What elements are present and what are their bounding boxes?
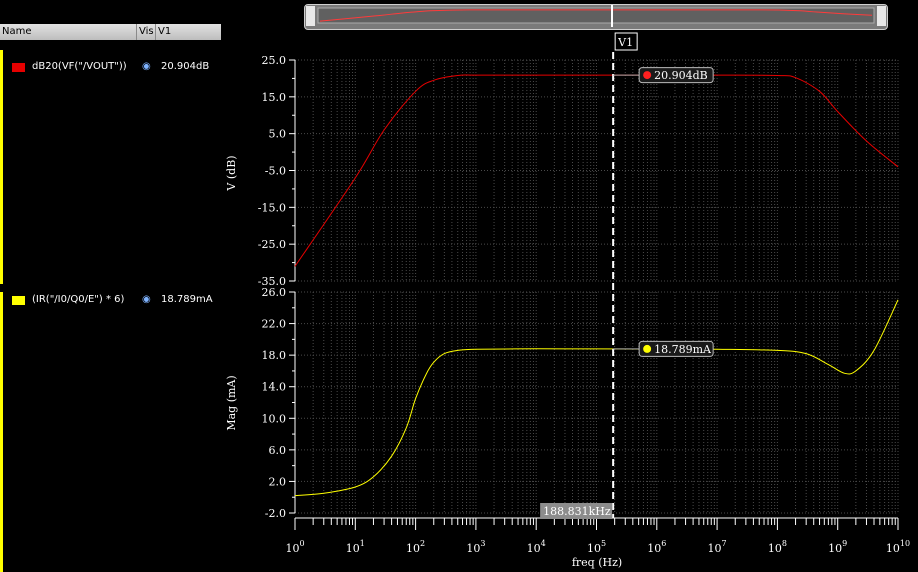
y-axis-title-bottom: Mag (mA) <box>225 375 238 430</box>
x-tick-label: 1010 <box>886 539 910 555</box>
marker-value-top: 20.904dB <box>654 69 708 82</box>
chart-area[interactable]: 25.015.05.0-5.0-15.0-25.0-35.0 V (dB) 26… <box>0 0 918 572</box>
y-tick-label: 18.0 <box>262 349 287 362</box>
y-tick-label: 2.0 <box>269 475 287 488</box>
marker-point-top <box>643 71 652 80</box>
overview-left-handle[interactable] <box>306 6 315 26</box>
y-tick-label: 14.0 <box>262 381 287 394</box>
x-tick-label: 101 <box>346 539 365 555</box>
marker-v1[interactable]: V1 20.904dB 18.789mA 188.831kHz <box>540 32 714 519</box>
x-axis-title: freq (Hz) <box>572 556 622 569</box>
x-tick-label: 105 <box>587 539 606 555</box>
y-tick-label: -2.0 <box>265 507 286 520</box>
y-tick-label: 6.0 <box>269 444 287 457</box>
y-tick-label: -25.0 <box>258 238 286 251</box>
overview-right-handle[interactable] <box>877 6 886 26</box>
marker-name: V1 <box>617 36 633 49</box>
marker-value-bottom: 18.789mA <box>654 343 712 356</box>
y-tick-label: 26.0 <box>262 286 287 299</box>
x-tick-label: 106 <box>647 539 666 555</box>
x-tick-label: 102 <box>406 539 425 555</box>
y-axis-bottom: 26.0 22.0 18.0 14.0 10.0 6.0 2.0 -2.0 <box>262 286 296 520</box>
y-axis-title-top: V (dB) <box>225 155 238 191</box>
grid-top <box>294 59 899 282</box>
marker-point-bottom <box>643 344 652 353</box>
x-axis: 100 101 102 103 104 105 106 107 108 109 1010 <box>285 517 910 555</box>
x-tick-label: 107 <box>708 539 727 555</box>
y-tick-label: 22.0 <box>262 318 287 331</box>
x-tick-label: 109 <box>828 539 847 555</box>
x-tick-label: 103 <box>466 539 485 555</box>
y-tick-label: -15.0 <box>258 201 286 214</box>
y-tick-label: 10.0 <box>262 412 287 425</box>
x-tick-label: 104 <box>527 539 546 555</box>
y-axis-top: 25.015.05.0-5.0-15.0-25.0-35.0 <box>258 54 296 288</box>
x-tick-label: 100 <box>285 539 304 555</box>
y-tick-label: 25.0 <box>262 54 287 67</box>
grid-bottom <box>294 291 899 514</box>
y-tick-label: -5.0 <box>265 165 286 178</box>
plot-top: 25.015.05.0-5.0-15.0-25.0-35.0 V (dB) <box>225 54 899 288</box>
overview-strip <box>306 5 886 27</box>
x-tick-label: 108 <box>768 539 787 555</box>
y-tick-label: 15.0 <box>262 91 287 104</box>
y-tick-label: 5.0 <box>269 128 287 141</box>
plot-bottom: 26.0 22.0 18.0 14.0 10.0 6.0 2.0 -2.0 Mag (mA) <box>225 286 899 520</box>
marker-x-value: 188.831kHz <box>543 505 611 518</box>
